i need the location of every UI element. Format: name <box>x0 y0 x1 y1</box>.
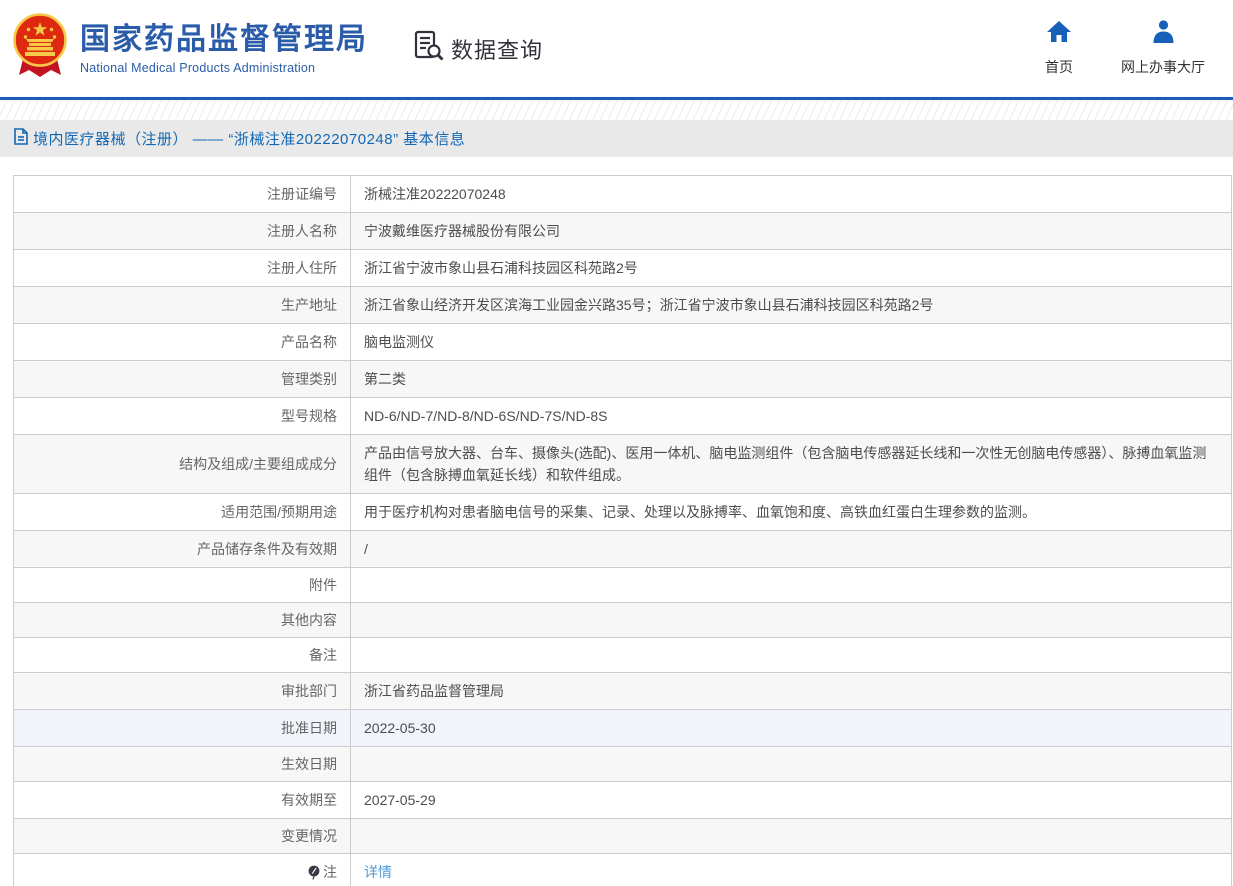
registration-detail-table: 注册证编号 浙械注准20222070248 注册人名称 宁波戴维医疗器械股份有限… <box>13 175 1232 886</box>
row-label: 注册证编号 <box>14 176 351 212</box>
home-icon <box>1046 20 1072 48</box>
row-value <box>351 638 1231 672</box>
table-row: 注册人名称 宁波戴维医疗器械股份有限公司 <box>14 213 1231 250</box>
row-label: 生产地址 <box>14 287 351 323</box>
org-name-en: National Medical Products Administration <box>80 60 316 75</box>
table-row: 有效期至 2027-05-29 <box>14 782 1231 819</box>
row-value: 用于医疗机构对患者脑电信号的采集、记录、处理以及脉搏率、血氧饱和度、高铁血红蛋白… <box>364 504 1036 520</box>
row-label: 有效期至 <box>14 782 351 818</box>
table-row: 批准日期 2022-05-30 <box>14 710 1231 747</box>
row-label: 备注 <box>14 638 351 672</box>
breadcrumb: 境内医疗器械（注册） —— “浙械注准20222070248” 基本信息 <box>0 120 1233 157</box>
org-name-cn: 国家药品监督管理局 <box>80 22 368 56</box>
row-label: 适用范围/预期用途 <box>14 494 351 530</box>
row-value: 浙械注准20222070248 <box>364 186 506 202</box>
table-row: 结构及组成/主要组成成分 产品由信号放大器、台车、摄像头(选配)、医用一体机、脑… <box>14 435 1231 494</box>
row-value: 浙江省药品监督管理局 <box>364 683 504 699</box>
table-row: 变更情况 <box>14 819 1231 854</box>
table-row: 注册证编号 浙械注准20222070248 <box>14 176 1231 213</box>
row-value: 浙江省宁波市象山县石浦科技园区科苑路2号 <box>364 260 638 276</box>
table-row: 生效日期 <box>14 747 1231 782</box>
table-row: 型号规格 ND-6/ND-7/ND-8/ND-6S/ND-7S/ND-8S <box>14 398 1231 435</box>
row-label: 型号规格 <box>14 398 351 434</box>
table-row: 生产地址 浙江省象山经济开发区滨海工业园金兴路35号；浙江省宁波市象山县石浦科技… <box>14 287 1231 324</box>
document-search-icon <box>414 30 444 67</box>
row-label: 变更情况 <box>14 819 351 853</box>
table-row: 管理类别 第二类 <box>14 361 1231 398</box>
note-balloon-icon <box>308 865 320 880</box>
data-query-button[interactable]: 数据查询 <box>414 30 543 67</box>
row-label: 注 <box>14 854 351 886</box>
row-value <box>351 819 1231 853</box>
national-emblem-icon <box>13 13 67 84</box>
row-label: 结构及组成/主要组成成分 <box>14 435 351 493</box>
row-label: 生效日期 <box>14 747 351 781</box>
nav-item-service-hall[interactable]: 网上办事大厅 <box>1121 20 1205 77</box>
row-value: ND-6/ND-7/ND-8/ND-6S/ND-7S/ND-8S <box>364 408 608 424</box>
row-value <box>351 747 1231 781</box>
row-label: 批准日期 <box>14 710 351 746</box>
data-query-label: 数据查询 <box>451 37 544 63</box>
details-link[interactable]: 详情 <box>364 861 392 883</box>
row-value: 2027-05-29 <box>364 792 436 808</box>
row-label: 产品名称 <box>14 324 351 360</box>
row-value: 宁波戴维医疗器械股份有限公司 <box>364 223 560 239</box>
row-value <box>351 568 1231 602</box>
table-row: 备注 <box>14 638 1231 673</box>
row-label: 产品储存条件及有效期 <box>14 531 351 567</box>
nav-label: 首页 <box>1045 59 1073 75</box>
org-names: 国家药品监督管理局 National Medical Products Admi… <box>80 23 368 75</box>
row-value: 2022-05-30 <box>364 720 436 736</box>
row-value: 详情 <box>351 854 1231 886</box>
nav-item-home[interactable]: 首页 <box>1045 20 1073 77</box>
row-label: 其他内容 <box>14 603 351 637</box>
table-row: 适用范围/预期用途 用于医疗机构对患者脑电信号的采集、记录、处理以及脉搏率、血氧… <box>14 494 1231 531</box>
row-label: 注册人住所 <box>14 250 351 286</box>
nmpa-logo: 国家药品监督管理局 National Medical Products Admi… <box>13 13 368 84</box>
row-value: 第二类 <box>364 371 406 387</box>
person-icon <box>1151 20 1176 48</box>
header-nav: 首页 网上办事大厅 <box>1045 20 1205 77</box>
row-label: 附件 <box>14 568 351 602</box>
table-row: 产品储存条件及有效期 / <box>14 531 1231 568</box>
row-label: 审批部门 <box>14 673 351 709</box>
decorative-stripe-band <box>0 100 1233 120</box>
row-value: / <box>364 541 368 557</box>
row-value: 浙江省象山经济开发区滨海工业园金兴路35号；浙江省宁波市象山县石浦科技园区科苑路… <box>364 297 934 313</box>
document-icon <box>14 127 28 150</box>
row-label: 注册人名称 <box>14 213 351 249</box>
row-label: 管理类别 <box>14 361 351 397</box>
page-title: 境内医疗器械（注册） —— “浙械注准20222070248” 基本信息 <box>33 131 466 148</box>
row-value <box>351 603 1231 637</box>
row-value: 产品由信号放大器、台车、摄像头(选配)、医用一体机、脑电监测组件（包含脑电传感器… <box>364 445 1207 483</box>
table-row: 审批部门 浙江省药品监督管理局 <box>14 673 1231 710</box>
table-row: 注册人住所 浙江省宁波市象山县石浦科技园区科苑路2号 <box>14 250 1231 287</box>
note-label: 注 <box>323 864 337 880</box>
row-value: 脑电监测仪 <box>364 334 434 350</box>
page-header: 国家药品监督管理局 National Medical Products Admi… <box>0 0 1233 100</box>
table-row: 其他内容 <box>14 603 1231 638</box>
table-row: 产品名称 脑电监测仪 <box>14 324 1231 361</box>
table-row-note: 注 详情 <box>14 854 1231 886</box>
table-row: 附件 <box>14 568 1231 603</box>
nav-label: 网上办事大厅 <box>1121 59 1205 75</box>
